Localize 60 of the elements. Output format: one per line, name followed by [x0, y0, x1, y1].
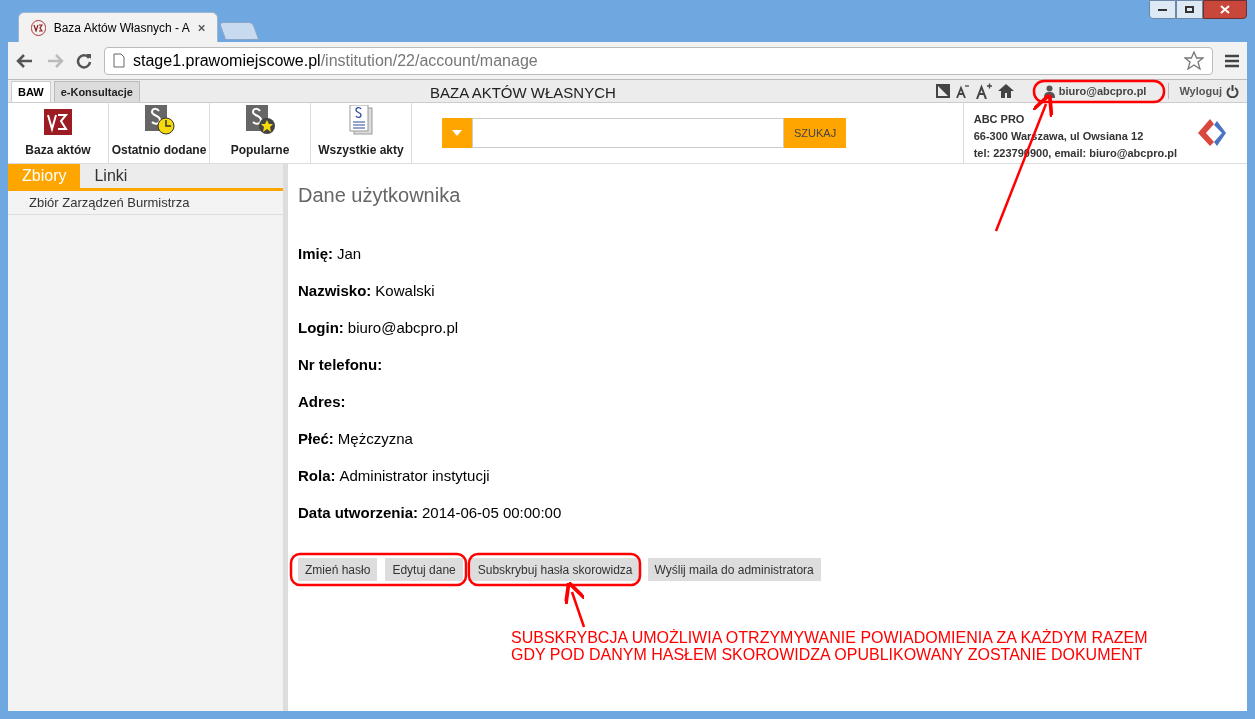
- section-star-icon: [244, 105, 276, 135]
- increase-font-icon[interactable]: [975, 83, 992, 99]
- toolbar-button[interactable]: Ostatnio dodane: [109, 103, 210, 163]
- action-button[interactable]: Wyślij maila do administratora: [647, 558, 821, 581]
- organization-name: ABC PRO: [973, 112, 1026, 127]
- address-bar[interactable]: stage1.prawomiejscowe.pl/institution/22/account/manage: [104, 46, 1213, 75]
- url-host: stage1.prawomiejscowe.pl: [133, 51, 321, 69]
- minimize-button[interactable]: [1149, 0, 1176, 19]
- field-value: Mężczyzna: [337, 429, 413, 450]
- page-title: Dane użytkownika: [298, 183, 461, 208]
- menu-icon[interactable]: [1225, 53, 1239, 68]
- annotation-text: SUBSKRYBCJA UMOŻLIWIA OTRZYMYWANIE POWIADOMIENIA ZA KAŻDYM RAZEM: [511, 629, 1148, 646]
- field-value: Administrator instytucji: [339, 466, 490, 487]
- action-button[interactable]: Zmień hasło: [298, 558, 378, 581]
- field-label: Rola:: [298, 466, 336, 487]
- field-label: Login:: [298, 318, 344, 339]
- annotation-text: GDY POD DANYM HASŁEM SKOROWIDZA OPUBLIKOWANY ZOSTANIE DOKUMENT: [511, 646, 1143, 663]
- contrast-icon[interactable]: [935, 84, 950, 98]
- close-icon: [1220, 5, 1230, 14]
- app-tab[interactable]: e-Konsultacje: [53, 81, 140, 102]
- power-icon: [1226, 84, 1239, 98]
- field-label: Imię:: [298, 244, 333, 265]
- documents-icon: [348, 105, 374, 135]
- toolbar-button[interactable]: Wszystkie akty: [311, 103, 412, 163]
- reload-icon[interactable]: [76, 52, 92, 69]
- field-label: Nazwisko:: [298, 281, 372, 302]
- field-value: Kowalski: [375, 281, 435, 302]
- search-field[interactable]: [472, 118, 784, 148]
- app-tab[interactable]: BAW: [11, 81, 51, 102]
- toolbar-button[interactable]: Baza aktów: [8, 103, 109, 163]
- action-button[interactable]: Edytuj dane: [385, 558, 463, 581]
- header-title: BAZA AKTÓW WŁASNYCH: [430, 83, 616, 103]
- user-icon: [1043, 84, 1055, 98]
- search-button[interactable]: SZUKAJ: [784, 118, 847, 148]
- close-icon[interactable]: [197, 23, 205, 32]
- home-icon[interactable]: [997, 84, 1014, 98]
- field-label: Nr telefonu:: [298, 355, 383, 376]
- action-button[interactable]: Subskrybuj hasła skorowidza: [470, 558, 640, 581]
- star-icon[interactable]: [1184, 51, 1204, 70]
- field-value: 2014-06-05 00:00:00: [422, 503, 562, 524]
- toolbar-button[interactable]: Popularne: [210, 103, 311, 163]
- field-value: biuro@abcpro.pl: [347, 318, 459, 339]
- decrease-font-icon[interactable]: [955, 84, 970, 98]
- field-label: Data utworzenia:: [298, 503, 418, 524]
- url-path: /institution/22/account/manage: [320, 51, 538, 69]
- page-icon: [113, 53, 125, 68]
- section-clock-icon: [143, 105, 175, 135]
- tab-title: Baza Aktów Własnych - A: [53, 19, 190, 37]
- browser-tab[interactable]: Baza Aktów Własnych - A: [18, 12, 218, 42]
- field-label: Adres:: [298, 392, 346, 413]
- maximize-button[interactable]: [1176, 0, 1203, 19]
- logout-link[interactable]: Wyloguj: [1179, 82, 1239, 100]
- caret-icon: [452, 130, 462, 136]
- field-value: Jan: [337, 244, 362, 265]
- sidebar-tab[interactable]: Linki: [80, 164, 142, 188]
- close-window-button[interactable]: [1203, 0, 1247, 19]
- field-label: Płeć:: [298, 429, 334, 450]
- logo-icon: [44, 109, 72, 135]
- sidebar-item[interactable]: Zbiór Zarządzeń Burmistrza: [8, 191, 283, 215]
- back-arrow-icon[interactable]: [16, 52, 34, 69]
